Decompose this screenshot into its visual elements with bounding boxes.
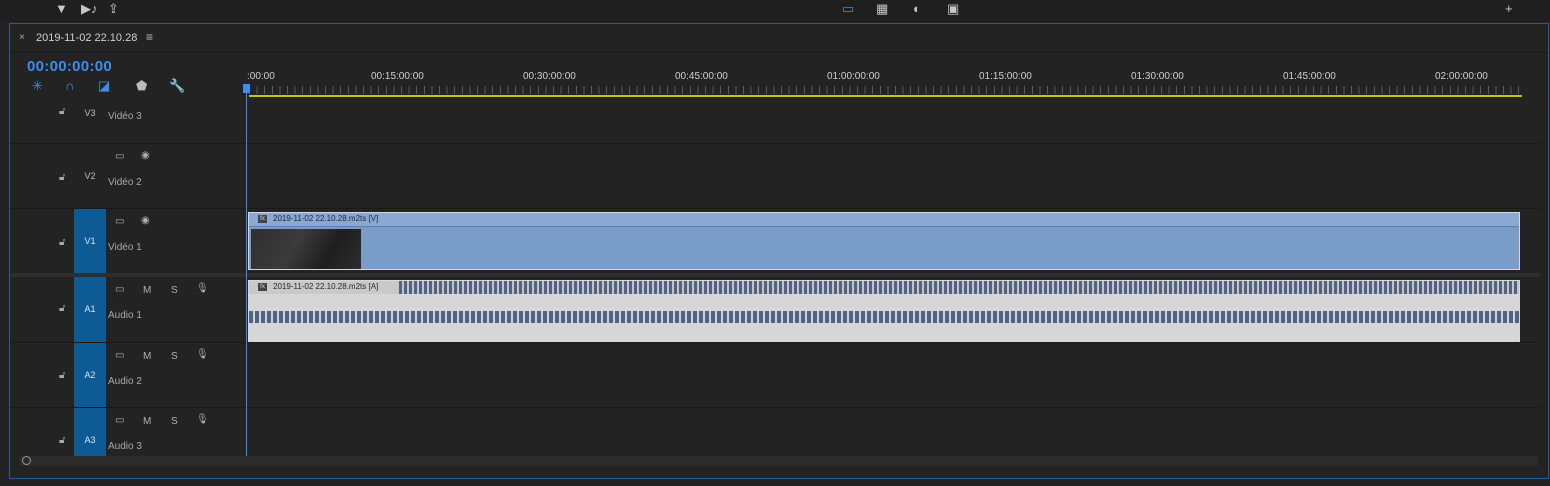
add-icon[interactable]: + [1505,1,1513,16]
track-id[interactable]: A1 [74,277,106,342]
ruler-label: :00:00 [247,71,275,82]
lock-icon[interactable]: 🔓︎ [59,303,65,314]
track-v3: 🔓︎ V3 Vidéo 3 [10,98,1540,144]
sequence-tab: × 2019-11-02 22.10.28 ≡ [10,24,1548,53]
track-id[interactable]: V2 [74,144,106,208]
audio-clip-icon[interactable]: ▶♪ [81,1,98,17]
playhead-line[interactable] [246,86,247,456]
track-name: Vidéo 2 [108,177,142,188]
work-area-bar[interactable] [249,95,1522,97]
camera-icon[interactable]: ▭ [115,216,124,227]
lock-icon[interactable]: 🔓︎ [59,106,65,117]
solo-button[interactable]: S [171,351,178,362]
grid-icon[interactable]: ▦ [876,1,888,17]
track-a2: A2 ▭ M S 🎙︎ 🔓︎ Audio 2 [10,343,1540,408]
linked-selection-icon[interactable]: ◪ [98,78,110,94]
horizontal-scrollbar[interactable] [20,456,1538,466]
waveform-channel-2 [249,311,1519,323]
fx-badge: fx [258,283,267,291]
ruler-label: 01:00:00:00 [827,71,880,82]
track-id[interactable]: A2 [74,343,106,407]
ruler-ticks [249,86,1522,94]
track-name: Vidéo 1 [108,242,142,253]
eye-icon[interactable]: ◉ [141,215,150,226]
microphone-icon[interactable]: 🎙︎ [196,414,209,425]
track-id[interactable]: A3 [74,408,106,456]
funnel-icon[interactable]: ▼ [55,1,68,16]
ruler-label: 01:30:00:00 [1131,71,1184,82]
mute-button[interactable]: M [143,416,151,427]
ruler-label: 01:15:00:00 [979,71,1032,82]
camera-icon[interactable]: ▭ [115,415,124,426]
ruler-label: 02:00:00:00 [1435,71,1488,82]
playhead-timecode[interactable]: 00:00:00:00 [27,58,112,75]
ruler-label: 01:45:00:00 [1283,71,1336,82]
ruler-label: 00:45:00:00 [675,71,728,82]
track-name: Audio 1 [108,310,142,321]
fx-badge: fx [258,215,267,223]
top-toolbar: ▼ ▶♪ ⇪ ▭ ▦ ◐ ▣ + [0,0,1550,22]
video-clip[interactable]: fx 2019-11-02 22.10.28.m2ts [V] [248,212,1520,270]
snap-magnet-icon[interactable]: ∩ [65,78,74,93]
export-icon[interactable]: ⇪ [108,1,119,17]
clip-thumbnail [251,229,361,269]
track-a3: A3 ▭ M S 🎙︎ 🔓︎ Audio 3 [10,408,1540,456]
eye-icon[interactable]: ◉ [141,150,150,161]
solo-button[interactable]: S [171,416,178,427]
ruler-label: 00:30:00:00 [523,71,576,82]
close-tab-button[interactable]: × [19,32,25,43]
overlay-icon[interactable]: ◐ [913,1,921,16]
mute-button[interactable]: M [143,351,151,362]
sequence-name[interactable]: 2019-11-02 22.10.28 [36,32,137,44]
microphone-icon[interactable]: 🎙︎ [196,349,209,360]
panel-menu-icon[interactable]: ≡ [146,30,153,44]
track-name: Audio 2 [108,376,142,387]
lock-icon[interactable]: 🔓︎ [59,237,65,248]
zoom-handle[interactable] [22,456,31,465]
add-marker-icon[interactable]: ⬟ [136,78,147,94]
mute-button[interactable]: M [143,285,151,296]
audio-clip[interactable]: fx 2019-11-02 22.10.28.m2ts [A] [248,280,1520,342]
nest-icon[interactable]: ✳ [32,78,43,94]
track-v2: ▭ ◉ 🔓︎ V2 Vidéo 2 [10,144,1540,209]
clip-label: 2019-11-02 22.10.28.m2ts [A] [273,282,379,291]
microphone-icon[interactable]: 🎙︎ [196,283,209,294]
clip-label: 2019-11-02 22.10.28.m2ts [V] [273,214,379,223]
wrench-icon[interactable]: 🔧 [169,78,185,94]
ruler-label: 00:15:00:00 [371,71,424,82]
solo-button[interactable]: S [171,285,178,296]
lock-icon[interactable]: 🔓︎ [59,435,65,446]
track-name: Audio 3 [108,441,142,452]
camera-icon[interactable]: ▭ [115,284,124,295]
lock-icon[interactable]: 🔓︎ [59,172,65,183]
track-id[interactable]: V1 [74,209,106,273]
lock-icon[interactable]: 🔓︎ [59,370,65,381]
capture-icon[interactable]: ▣ [947,1,959,17]
track-id[interactable]: V3 [74,98,106,143]
track-name: Vidéo 3 [108,111,142,122]
waveform-channel-1 [399,281,1519,294]
layout-icon[interactable]: ▭ [842,1,854,17]
clip-header: fx 2019-11-02 22.10.28.m2ts [V] [249,213,1519,227]
timeline-panel: × 2019-11-02 22.10.28 ≡ 00:00:00:00 ✳ ∩ … [9,23,1549,479]
camera-icon[interactable]: ▭ [115,151,124,162]
camera-icon[interactable]: ▭ [115,350,124,361]
